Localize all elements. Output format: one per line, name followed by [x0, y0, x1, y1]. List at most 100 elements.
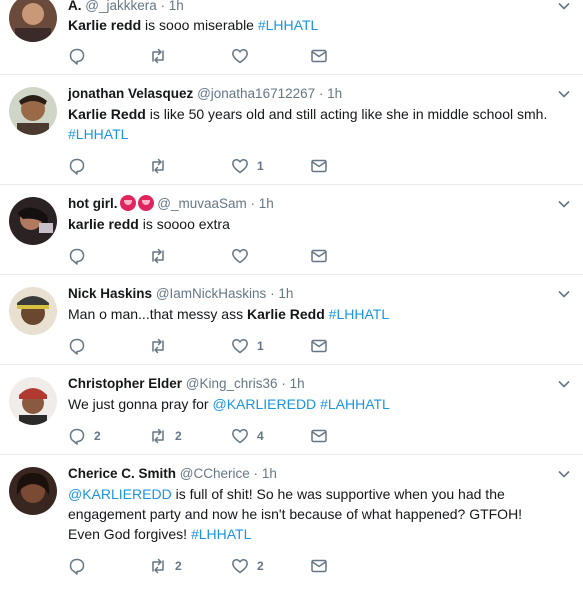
mention-text: Karlie Redd [246, 306, 325, 322]
timestamp[interactable]: 1h [278, 286, 293, 301]
like-button[interactable] [231, 46, 249, 66]
retweet-button[interactable]: 2 [149, 556, 182, 576]
heart-icon [232, 249, 248, 264]
author-name[interactable]: jonathan Velasquez [68, 86, 193, 101]
reply-icon [69, 558, 85, 575]
reply-icon [69, 338, 85, 355]
author-name[interactable]: Cherice C. Smith [68, 466, 176, 481]
angry-face-emoji-icon [137, 195, 154, 211]
retweet-icon [152, 428, 164, 444]
envelope-icon [311, 429, 327, 443]
tweet-text: Karlie Redd is like 50 years old and sti… [68, 104, 571, 144]
avatar[interactable] [9, 287, 57, 335]
hashtag-link[interactable]: #LHHATL [258, 17, 318, 33]
chevron-down-icon[interactable] [557, 197, 571, 211]
avatar[interactable] [9, 377, 57, 425]
reply-icon [69, 48, 85, 65]
reply-button[interactable]: 2 [68, 426, 101, 446]
avatar[interactable] [9, 197, 57, 245]
hashtag-link[interactable]: #LHHATL [329, 306, 389, 322]
reply-button[interactable] [68, 556, 86, 576]
like-button[interactable]: 2 [231, 556, 264, 576]
author-handle[interactable]: @CCherice [180, 466, 250, 481]
chevron-down-icon[interactable] [557, 377, 571, 391]
hashtag-link[interactable]: #LAHHATL [320, 396, 390, 412]
author-handle[interactable]: @_muvaaSam [157, 196, 247, 211]
reply-button[interactable] [68, 156, 86, 176]
author-name[interactable]: Christopher Elder [68, 376, 182, 391]
like-button[interactable] [231, 246, 249, 266]
text-run: Man o man...that messy ass [68, 306, 247, 322]
mention-link[interactable]: @KARLIEREDD [68, 486, 172, 502]
heart-icon [232, 559, 248, 574]
retweet-button[interactable] [149, 46, 167, 66]
timestamp[interactable]: 1h [290, 376, 305, 391]
reply-icon [69, 248, 85, 265]
avatar[interactable] [9, 0, 57, 42]
avatar[interactable] [9, 467, 57, 515]
hashtag-link[interactable]: #LHHATL [191, 526, 251, 542]
avatar[interactable] [9, 87, 57, 135]
tweet-text: Man o man...that messy ass Karlie Redd #… [68, 304, 571, 324]
tweet[interactable]: jonathan Velasquez @jonatha16712267 · 1h… [0, 75, 583, 185]
chevron-down-icon[interactable] [557, 87, 571, 101]
timestamp[interactable]: 1h [262, 466, 277, 481]
reply-button[interactable] [68, 246, 86, 266]
retweet-button[interactable] [149, 336, 167, 356]
message-button[interactable] [310, 246, 328, 266]
message-button[interactable] [310, 156, 328, 176]
author-name[interactable]: hot girl. [68, 196, 118, 211]
author-handle[interactable]: @King_chris36 [186, 376, 278, 391]
tweet[interactable]: hot girl. @_muvaaSam · 1h karlie redd is… [0, 185, 583, 275]
author-name[interactable]: A. [68, 0, 82, 13]
message-button[interactable] [310, 336, 328, 356]
tweet[interactable]: Cherice C. Smith @CCherice · 1h @KARLIER… [0, 455, 583, 590]
separator-dot: · [318, 86, 324, 101]
heart-icon [232, 49, 248, 64]
reply-count: 2 [94, 429, 101, 443]
retweet-button[interactable] [149, 246, 167, 266]
mention-link[interactable]: @KARLIEREDD [212, 396, 316, 412]
envelope-icon [311, 49, 327, 63]
chevron-down-icon[interactable] [557, 287, 571, 301]
chevron-down-icon[interactable] [557, 467, 571, 481]
chevron-down-icon[interactable] [557, 0, 571, 13]
like-button[interactable]: 1 [231, 156, 264, 176]
message-button[interactable] [310, 426, 328, 446]
message-button[interactable] [310, 46, 328, 66]
timestamp[interactable]: 1h [169, 0, 184, 13]
timestamp[interactable]: 1h [327, 86, 342, 101]
heart-icon [232, 159, 248, 174]
tweet[interactable]: A. @_jakkkera · 1h Karlie redd is sooo m… [0, 0, 583, 75]
retweet-icon [152, 248, 164, 264]
envelope-icon [311, 559, 327, 573]
message-button[interactable] [310, 556, 328, 576]
like-button[interactable]: 4 [231, 426, 264, 446]
tweet-text: @KARLIEREDD is full of shit! So he was s… [68, 484, 523, 544]
hashtag-link[interactable]: #LHHATL [68, 126, 128, 142]
like-button[interactable]: 1 [231, 336, 264, 356]
mention-text: Karlie redd [68, 17, 142, 33]
author-handle[interactable]: @IamNickHaskins [156, 286, 266, 301]
author-handle[interactable]: @jonatha16712267 [197, 86, 315, 101]
retweet-button[interactable] [149, 156, 167, 176]
envelope-icon [311, 159, 327, 173]
tweet-actions: 1 [68, 156, 368, 176]
tweet[interactable]: Christopher Elder @King_chris36 · 1h We … [0, 365, 583, 455]
reply-button[interactable] [68, 336, 86, 356]
text-run: is soooo extra [138, 216, 230, 232]
author-handle[interactable]: @_jakkkera [85, 0, 156, 13]
retweet-button[interactable]: 2 [149, 426, 182, 446]
tweet-text: Karlie redd is sooo miserable #LHHATL [68, 15, 571, 35]
retweet-count: 2 [175, 559, 182, 573]
tweet-actions: 2 2 [68, 556, 368, 576]
mention-text: Karlie Redd [68, 106, 146, 122]
tweet-text: karlie redd is soooo extra [68, 214, 571, 234]
author-name[interactable]: Nick Haskins [68, 286, 152, 301]
separator-dot: · [250, 196, 256, 211]
envelope-icon [311, 339, 327, 353]
timestamp[interactable]: 1h [259, 196, 274, 211]
tweet[interactable]: Nick Haskins @IamNickHaskins · 1h Man o … [0, 275, 583, 365]
text-run: is like 50 years old and still acting li… [145, 106, 548, 122]
reply-button[interactable] [68, 46, 86, 66]
